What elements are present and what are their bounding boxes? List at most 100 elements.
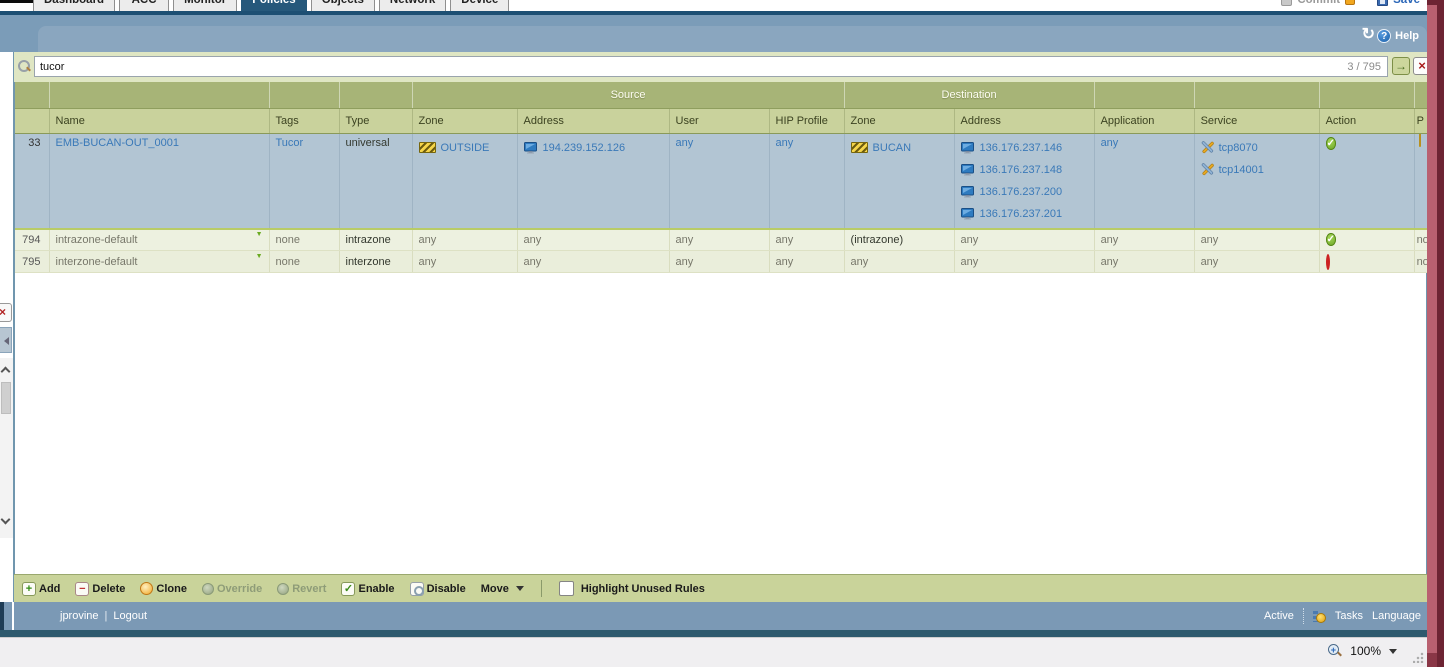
statusbar-separator — [105, 610, 108, 622]
search-icon — [18, 60, 30, 72]
help-button[interactable]: ? Help — [1377, 29, 1419, 43]
logged-in-user[interactable]: jprovine — [60, 610, 99, 622]
rule-type: intrazone — [345, 233, 391, 246]
scroll-down-icon[interactable] — [0, 514, 11, 525]
rule-tag[interactable]: Tucor — [276, 137, 304, 149]
service-link[interactable]: tcp8070 — [1219, 142, 1258, 154]
chevron-down-icon — [515, 586, 524, 591]
application-value[interactable]: any — [1101, 137, 1119, 149]
collapsed-side-panel[interactable] — [0, 327, 12, 353]
tab-objects[interactable]: Objects — [310, 0, 375, 11]
browser-status-bar: + 100% — [0, 637, 1427, 667]
checkbox-icon[interactable] — [558, 581, 574, 596]
tab-acc[interactable]: ACC — [119, 0, 170, 11]
tabbar-divider — [0, 11, 1427, 15]
dst-address-link[interactable]: 136.176.237.200 — [980, 186, 1063, 198]
col-header-action[interactable]: Action — [1319, 108, 1415, 134]
add-button[interactable]: + Add — [22, 581, 60, 596]
tab-monitor[interactable]: Monitor — [173, 0, 238, 11]
override-label: Override — [216, 582, 263, 595]
firewall-policies-screen: Dashboard ACC Monitor Policies Objects N… — [0, 0, 1444, 667]
refresh-icon[interactable]: ↻ — [1362, 27, 1375, 43]
move-label: Move — [480, 582, 509, 595]
disable-button[interactable]: Disable — [409, 581, 466, 596]
zone-icon — [850, 142, 868, 153]
table-row-rule-33[interactable]: 33 EMB-BUCAN-OUT_0001 Tucor universal OU… — [15, 133, 1428, 230]
col-header-type[interactable]: Type — [339, 108, 413, 134]
user-value: any — [675, 233, 694, 246]
allow-icon[interactable] — [1325, 136, 1336, 150]
move-dropdown[interactable]: Move — [481, 583, 524, 595]
service-link[interactable]: tcp14001 — [1219, 164, 1264, 176]
rule-name[interactable]: intrazone-default — [56, 234, 138, 246]
active-status-label: Active — [1263, 610, 1294, 622]
col-header-dst-zone[interactable]: Zone — [844, 108, 955, 134]
save-icon — [1377, 0, 1389, 6]
col-header-src-address[interactable]: Address — [517, 108, 670, 134]
service-icon — [1201, 141, 1214, 154]
revert-button[interactable]: Revert — [277, 582, 326, 595]
rule-type: interzone — [345, 255, 391, 268]
address-icon — [960, 207, 974, 220]
col-header-application[interactable]: Application — [1094, 108, 1195, 134]
table-group-header-row: Source Destination — [15, 82, 1428, 109]
tasks-button[interactable]: Tasks — [1335, 610, 1363, 622]
col-header-hip-profile[interactable]: HIP Profile — [769, 108, 845, 134]
top-actions: Commit Save — [1281, 0, 1420, 6]
dst-address-link[interactable]: 136.176.237.146 — [980, 142, 1063, 154]
col-header-user[interactable]: User — [669, 108, 770, 134]
clone-button[interactable]: Clone — [140, 582, 187, 595]
resize-grip-icon[interactable] — [1413, 652, 1424, 663]
logout-link[interactable]: Logout — [113, 610, 147, 622]
col-header-service[interactable]: Service — [1194, 108, 1320, 134]
deny-icon[interactable] — [1325, 253, 1330, 270]
save-button[interactable]: Save — [1377, 0, 1420, 6]
enable-label: Enable — [358, 582, 395, 595]
col-header-tags[interactable]: Tags — [269, 108, 340, 134]
tab-network[interactable]: Network — [378, 0, 447, 11]
profile-value: no — [1416, 255, 1427, 268]
rules-table-panel: Source Destination Name Tags Type Zone A… — [14, 82, 1428, 604]
close-icon[interactable] — [0, 303, 12, 322]
dst-zone-link[interactable]: BUCAN — [873, 142, 912, 154]
browser-zoom-control[interactable]: + 100% — [1328, 644, 1397, 658]
allow-icon[interactable] — [1325, 233, 1336, 247]
chevron-down-icon[interactable] — [1389, 648, 1397, 654]
search-go-button[interactable]: → — [1392, 57, 1410, 75]
search-input[interactable]: tucor 3 / 795 — [34, 56, 1388, 77]
src-zone: any — [418, 233, 437, 246]
highlight-unused-checkbox[interactable]: Highlight Unused Rules — [558, 581, 705, 596]
commit-button[interactable]: Commit — [1281, 0, 1356, 6]
highlight-unused-label: Highlight Unused Rules — [580, 582, 705, 595]
table-row-rule-794[interactable]: 794 ▼ intrazone-default none intrazone an… — [15, 228, 1428, 251]
right-edge-strip-cap — [1427, 0, 1444, 5]
scrollbar-thumb[interactable] — [1, 382, 11, 414]
rule-name[interactable]: interzone-default — [56, 256, 138, 268]
dst-address: any — [960, 255, 979, 268]
left-vertical-scrollbar[interactable] — [0, 358, 13, 538]
tab-dashboard[interactable]: Dashboard — [33, 0, 116, 11]
table-row-rule-795[interactable]: 795 ▼ interzone-default none interzone an… — [15, 250, 1428, 273]
src-zone-link[interactable]: OUTSIDE — [441, 142, 490, 154]
search-value: tucor — [40, 60, 65, 73]
col-header-name[interactable]: Name — [49, 108, 270, 134]
enable-icon — [341, 581, 356, 596]
col-header-dst-address[interactable]: Address — [954, 108, 1095, 134]
col-header-profile[interactable]: P — [1414, 108, 1428, 134]
rule-name-link[interactable]: EMB-BUCAN-OUT_0001 — [56, 137, 179, 149]
dst-address-link[interactable]: 136.176.237.201 — [980, 208, 1063, 220]
right-edge-strip-bottom — [1427, 653, 1437, 667]
scroll-up-icon[interactable] — [0, 366, 11, 377]
dst-address-link[interactable]: 136.176.237.148 — [980, 164, 1063, 176]
delete-button[interactable]: − Delete — [75, 581, 125, 596]
hip-value[interactable]: any — [776, 137, 794, 149]
override-button[interactable]: Override — [201, 582, 263, 595]
enable-button[interactable]: Enable — [341, 581, 395, 596]
src-address: any — [523, 255, 542, 268]
language-button[interactable]: Language — [1372, 610, 1421, 622]
col-header-src-zone[interactable]: Zone — [412, 108, 518, 134]
tab-policies[interactable]: Policies — [241, 0, 307, 11]
tab-device[interactable]: Device — [450, 0, 510, 11]
user-value[interactable]: any — [676, 137, 694, 149]
src-address-link[interactable]: 194.239.152.126 — [543, 142, 626, 154]
